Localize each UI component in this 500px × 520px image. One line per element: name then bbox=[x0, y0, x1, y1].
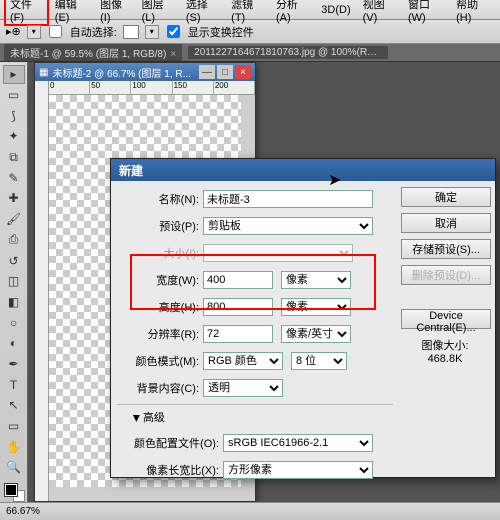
height-unit[interactable]: 像素 bbox=[281, 298, 351, 316]
ruler-horizontal: 050100150200 bbox=[49, 81, 255, 95]
device-central-button[interactable]: Device Central(E)... bbox=[401, 309, 491, 329]
marquee-tool[interactable]: ▭ bbox=[3, 86, 25, 105]
healing-tool[interactable]: ✚ bbox=[3, 189, 25, 208]
color-swatches[interactable] bbox=[3, 482, 25, 503]
brush-tool[interactable]: 🖌 bbox=[3, 210, 25, 229]
pixelaspect-label: 像素长宽比(X): bbox=[117, 462, 223, 478]
ps-icon: ▦ bbox=[39, 67, 48, 78]
cancel-button[interactable]: 取消 bbox=[401, 213, 491, 233]
preset-label: 预设(P): bbox=[117, 218, 203, 234]
maximize-button[interactable]: □ bbox=[217, 65, 233, 79]
doc-titlebar[interactable]: ▦ 未标题-2 @ 66.7% (图层 1, R... — □ × bbox=[35, 63, 255, 81]
move-tool[interactable]: ▸ bbox=[3, 65, 25, 84]
size-select bbox=[203, 244, 353, 262]
stamp-tool[interactable]: ⎙ bbox=[3, 231, 25, 250]
background-label: 背景内容(C): bbox=[117, 380, 203, 396]
preset-select[interactable]: 剪贴板 bbox=[203, 217, 373, 235]
crop-tool[interactable]: ⧉ bbox=[3, 148, 25, 167]
auto-select-dropdown[interactable]: ▾ bbox=[145, 25, 159, 39]
blur-tool[interactable]: ○ bbox=[3, 313, 25, 332]
path-tool[interactable]: ↖ bbox=[3, 396, 25, 415]
size-label: 大小(I): bbox=[117, 245, 203, 261]
status-bar: 66.67% bbox=[0, 502, 500, 520]
image-size-label: 图像大小: bbox=[401, 337, 489, 353]
close-icon[interactable]: × bbox=[170, 49, 176, 60]
menu-window[interactable]: 窗口(W) bbox=[402, 0, 450, 26]
name-label: 名称(N): bbox=[117, 191, 203, 207]
colormode-select[interactable]: RGB 颜色 bbox=[203, 352, 283, 370]
pixelaspect-select[interactable]: 方形像素 bbox=[223, 461, 373, 479]
tab-doc-1[interactable]: 未标题-1 @ 59.5% (图层 1, RGB/8)× bbox=[4, 44, 182, 61]
save-preset-button[interactable]: 存储预设(S)... bbox=[401, 239, 491, 259]
image-size-value: 468.8K bbox=[401, 353, 489, 365]
advanced-toggle[interactable]: ▶高级 bbox=[133, 409, 393, 425]
auto-select-target[interactable] bbox=[123, 25, 139, 39]
doc-title: 未标题-2 @ 66.7% (图层 1, R... bbox=[52, 65, 191, 80]
zoom-level[interactable]: 66.67% bbox=[6, 506, 40, 517]
width-field[interactable] bbox=[203, 271, 273, 289]
pen-tool[interactable]: ✒ bbox=[3, 355, 25, 374]
menu-file[interactable]: 文件(F) bbox=[4, 0, 49, 26]
move-tool-icon[interactable]: ▸⊕ bbox=[6, 25, 21, 38]
new-document-dialog: 新建 名称(N): 预设(P): 剪贴板 大小(I): 宽度(W): 像素 高度… bbox=[110, 158, 496, 478]
colormode-label: 颜色模式(M): bbox=[117, 353, 203, 369]
lasso-tool[interactable]: ⟆ bbox=[3, 106, 25, 125]
resolution-unit[interactable]: 像素/英寸 bbox=[281, 325, 351, 343]
history-brush-tool[interactable]: ↺ bbox=[3, 251, 25, 270]
resolution-label: 分辨率(R): bbox=[117, 326, 203, 342]
menu-filter[interactable]: 滤镜(T) bbox=[225, 0, 270, 26]
menu-help[interactable]: 帮助(H) bbox=[450, 0, 496, 26]
chevron-down-icon: ▶ bbox=[131, 415, 142, 422]
show-transform-label: 显示变换控件 bbox=[188, 24, 254, 40]
menu-image[interactable]: 图像(I) bbox=[94, 0, 135, 26]
background-select[interactable]: 透明 bbox=[203, 379, 283, 397]
toolbox: ▸ ▭ ⟆ ✦ ⧉ ✎ ✚ 🖌 ⎙ ↺ ◫ ◧ ○ ◐ ✒ T ↖ ▭ ✋ 🔍 bbox=[0, 62, 28, 502]
tool-preset-dropdown[interactable]: ▾ bbox=[27, 25, 41, 39]
dodge-tool[interactable]: ◐ bbox=[3, 334, 25, 353]
shape-tool[interactable]: ▭ bbox=[3, 417, 25, 436]
wand-tool[interactable]: ✦ bbox=[3, 127, 25, 146]
ruler-vertical bbox=[35, 81, 49, 501]
eyedropper-tool[interactable]: ✎ bbox=[3, 168, 25, 187]
width-unit[interactable]: 像素 bbox=[281, 271, 351, 289]
foreground-color[interactable] bbox=[5, 484, 17, 496]
menu-edit[interactable]: 编辑(E) bbox=[49, 0, 94, 26]
tab-doc-2[interactable]: 20112271646718107​63.jpg @ 100%(RGB/8)× bbox=[188, 46, 388, 59]
type-tool[interactable]: T bbox=[3, 375, 25, 394]
gradient-tool[interactable]: ◧ bbox=[3, 293, 25, 312]
close-button[interactable]: × bbox=[235, 65, 251, 79]
name-field[interactable] bbox=[203, 190, 373, 208]
colorprofile-select[interactable]: sRGB IEC61966-2.1 bbox=[223, 434, 373, 452]
document-tabbar: 未标题-1 @ 59.5% (图层 1, RGB/8)× 20112271646… bbox=[0, 44, 500, 62]
hand-tool[interactable]: ✋ bbox=[3, 437, 25, 456]
height-label: 高度(H): bbox=[117, 299, 203, 315]
width-label: 宽度(W): bbox=[117, 272, 203, 288]
auto-select-label: 自动选择: bbox=[70, 24, 117, 40]
menu-view[interactable]: 视图(V) bbox=[357, 0, 402, 26]
eraser-tool[interactable]: ◫ bbox=[3, 272, 25, 291]
auto-select-checkbox[interactable] bbox=[49, 25, 62, 38]
delete-preset-button: 删除预设(D)... bbox=[401, 265, 491, 285]
dialog-title[interactable]: 新建 bbox=[111, 159, 495, 181]
colorprofile-label: 颜色配置文件(O): bbox=[117, 435, 223, 451]
menu-select[interactable]: 选择(S) bbox=[180, 0, 225, 26]
height-field[interactable] bbox=[203, 298, 273, 316]
menu-analysis[interactable]: 分析(A) bbox=[270, 0, 315, 26]
ok-button[interactable]: 确定 bbox=[401, 187, 491, 207]
minimize-button[interactable]: — bbox=[199, 65, 215, 79]
menubar: 文件(F) 编辑(E) 图像(I) 图层(L) 选择(S) 滤镜(T) 分析(A… bbox=[0, 0, 500, 20]
zoom-tool[interactable]: 🔍 bbox=[3, 458, 25, 477]
resolution-field[interactable] bbox=[203, 325, 273, 343]
menu-layer[interactable]: 图层(L) bbox=[136, 0, 180, 26]
show-transform-checkbox[interactable] bbox=[167, 25, 180, 38]
bitdepth-select[interactable]: 8 位 bbox=[291, 352, 347, 370]
menu-3d[interactable]: 3D(D) bbox=[315, 2, 356, 18]
